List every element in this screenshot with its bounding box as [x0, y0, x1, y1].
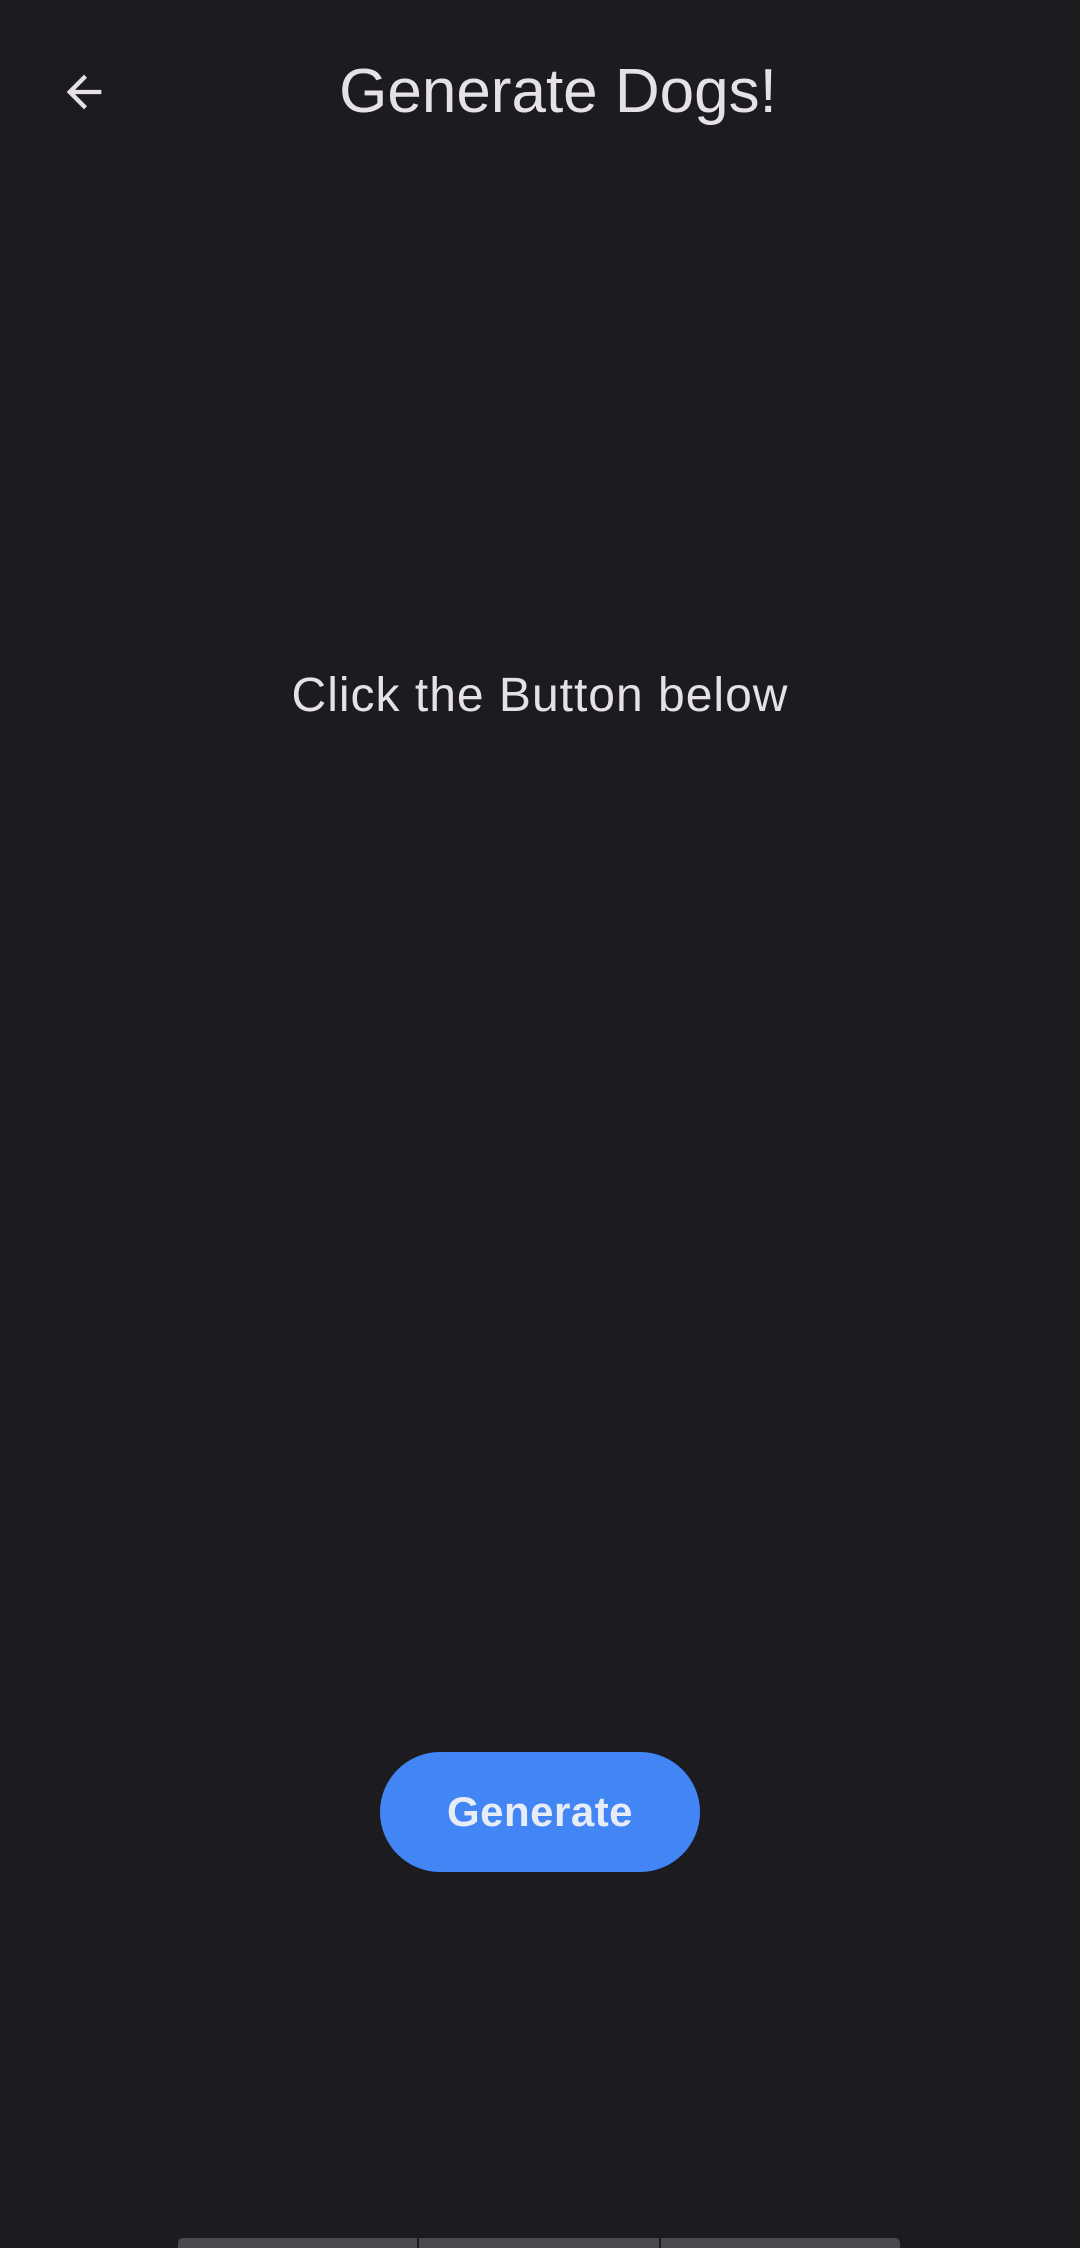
bottom-nav-segment[interactable] [661, 2238, 900, 2248]
generate-button-label: Generate [446, 1788, 634, 1835]
top-app-bar: Generate Dogs! [0, 0, 1080, 180]
instruction-text: Click the Button below [291, 669, 789, 722]
bottom-nav-segment[interactable] [419, 2238, 661, 2248]
bottom-navigation-edge [178, 2238, 900, 2248]
app-screen: Generate Dogs! Click the Button below Ge… [0, 0, 1080, 2248]
generate-button[interactable]: Generate [380, 1752, 700, 1872]
bottom-nav-segment[interactable] [178, 2238, 420, 2248]
page-title: Generate Dogs! [339, 57, 777, 126]
